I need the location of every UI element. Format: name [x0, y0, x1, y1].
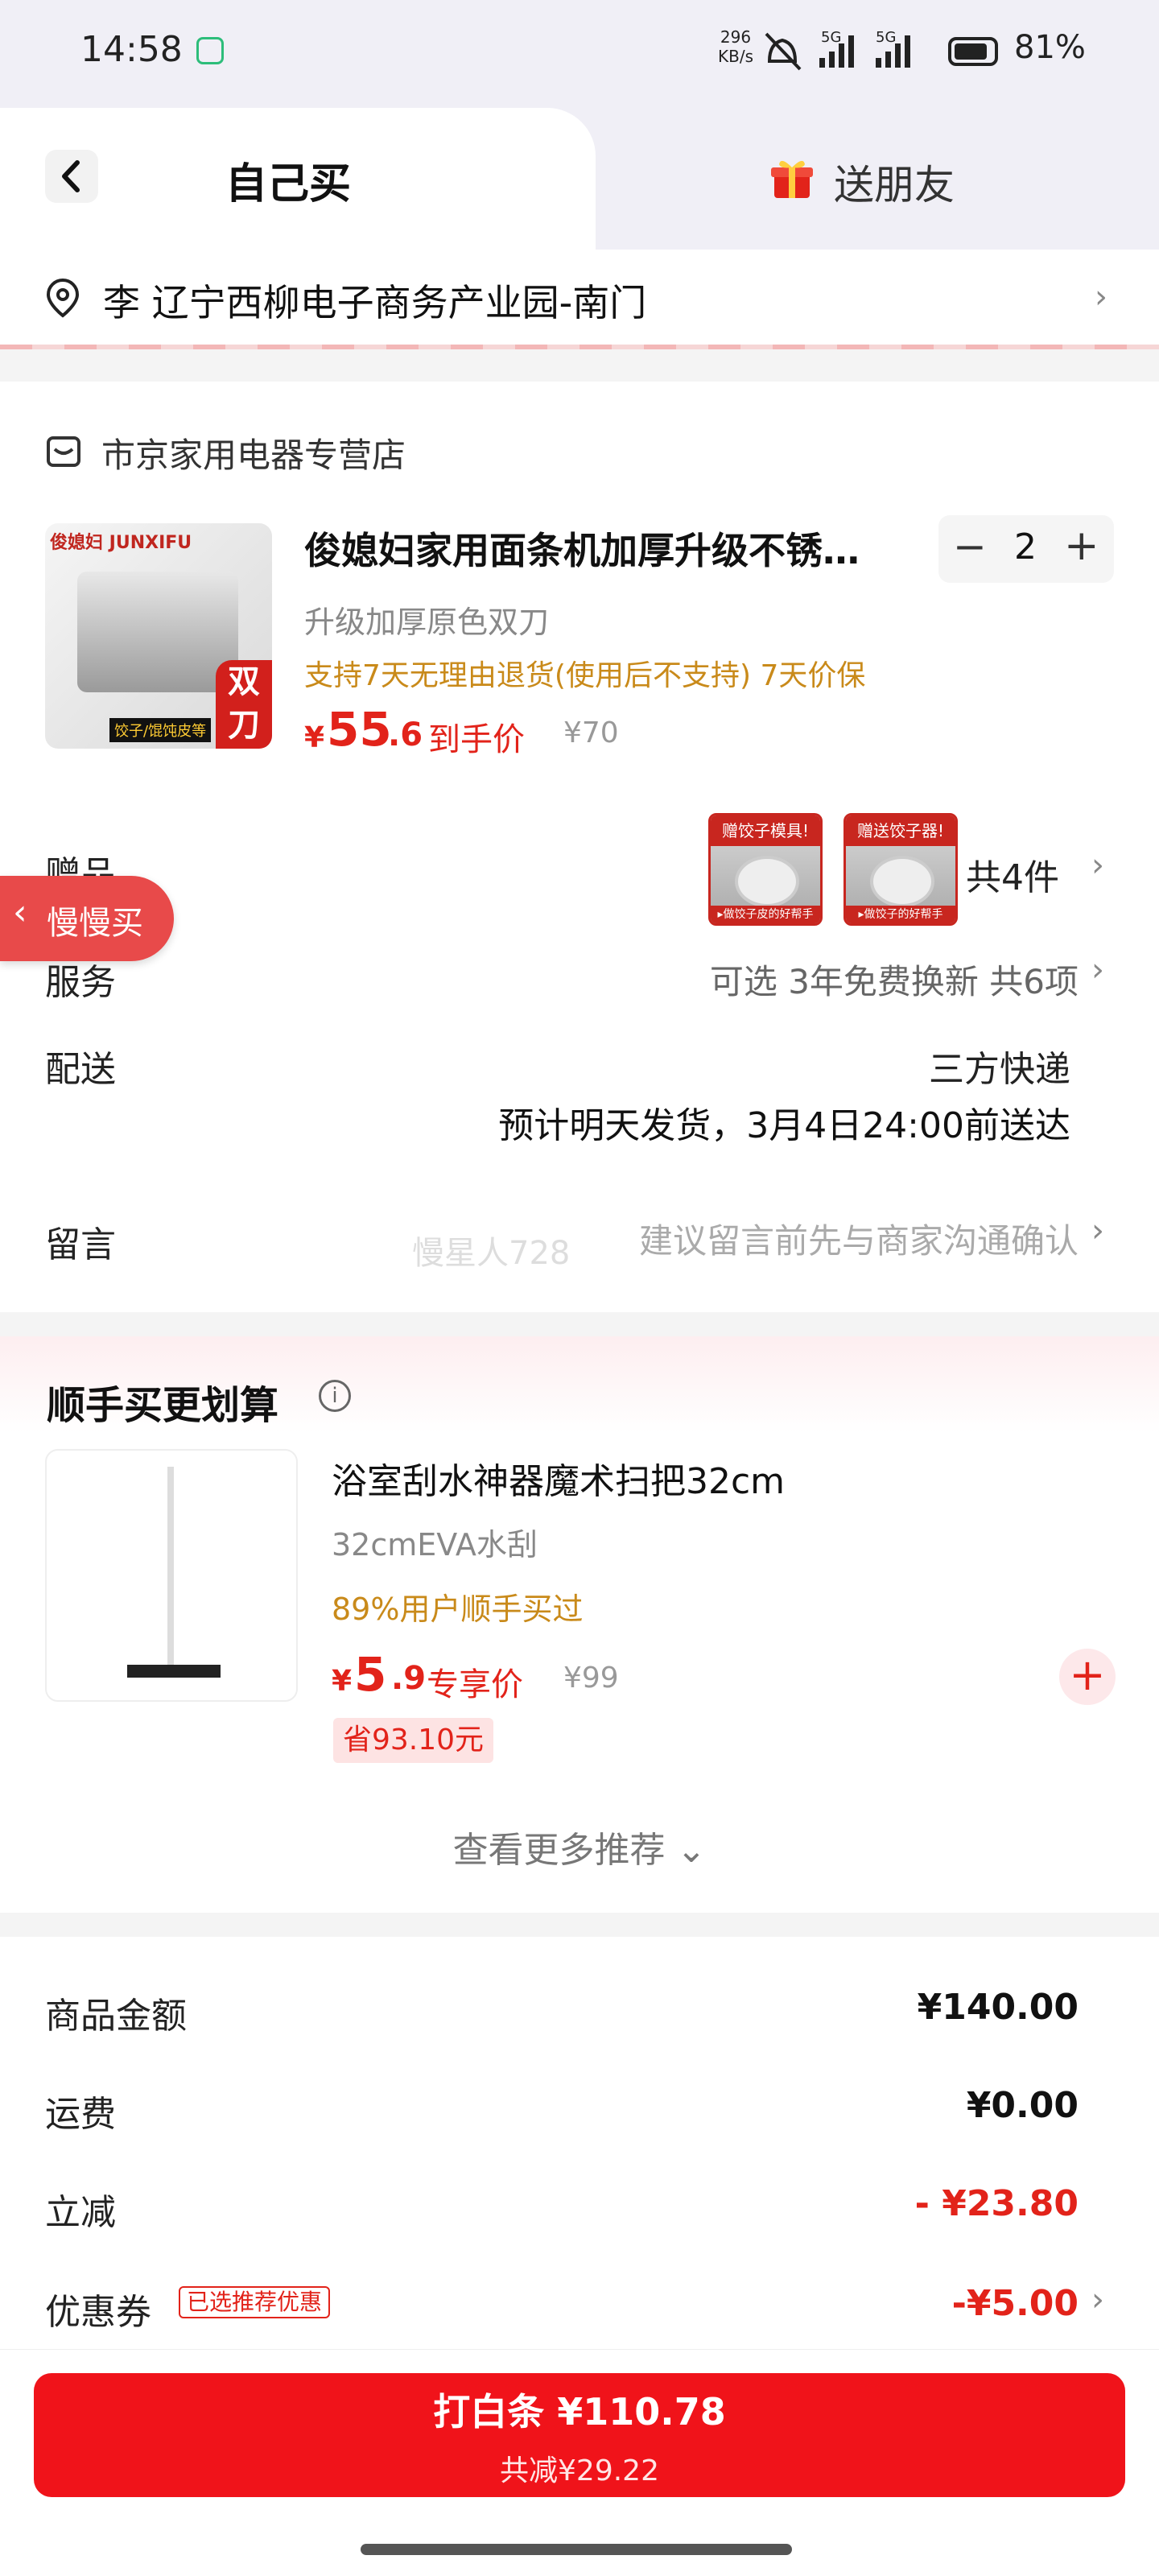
home-indicator[interactable]: [361, 2544, 792, 2555]
price-currency: ¥: [304, 721, 325, 754]
section-divider: [0, 349, 1159, 382]
network-speed: 296 KB/s: [718, 27, 753, 66]
recommend-title: 顺手买更划算: [47, 1383, 279, 1428]
recommend-price-integer: 5: [354, 1647, 387, 1702]
recommend-item-image[interactable]: [45, 1449, 298, 1702]
pay-button-label[interactable]: 打白条 ¥110.78: [0, 2383, 1159, 2436]
gifts-count[interactable]: 共4件: [966, 848, 1059, 900]
store-name[interactable]: 市京家用电器专营店: [101, 428, 406, 477]
recommend-save-badge: 省93.10元: [333, 1718, 494, 1763]
dumpling-maker-graphic: [870, 856, 934, 907]
gift-thumb-2-title: 赠送饺子器!: [846, 815, 955, 846]
squeegee-pole-graphic: [167, 1467, 174, 1668]
network-speed-value: 296: [720, 27, 752, 47]
delivery-label: 配送: [45, 1049, 116, 1090]
recommend-price-tag: 专享价: [427, 1666, 523, 1703]
recommend-item-spec: 32cmEVA水刮: [332, 1527, 538, 1563]
gift-thumb-2[interactable]: 赠送饺子器! ▸做饺子的好帮手: [843, 813, 958, 926]
service-value[interactable]: 可选 3年免费换新 共6项: [580, 955, 1079, 1004]
network-speed-unit: KB/s: [718, 47, 753, 66]
service-label: 服务: [45, 962, 116, 1003]
coupon-label: 优惠券: [45, 2292, 151, 2333]
recommend-price-original: ¥99: [563, 1662, 619, 1695]
network-5g-1: 5G: [821, 29, 841, 46]
location-pin-icon: [46, 278, 80, 318]
network-5g-2: 5G: [876, 29, 896, 46]
product-image-tagline: 饺子/馄饨皮等: [109, 718, 212, 742]
slow-buy-button[interactable]: ‹ 慢慢买: [0, 876, 174, 961]
gift-icon[interactable]: [769, 156, 815, 201]
product-image-badge: 双刀: [216, 660, 272, 749]
shipping-label: 运费: [45, 2094, 116, 2135]
delivery-method: 三方快递: [929, 1049, 1070, 1090]
delivery-eta: 预计明天发货，3月4日24:00前送达: [498, 1105, 1070, 1146]
gift-thumb-1[interactable]: 赠饺子模具! ▸做饺子皮的好帮手: [708, 813, 823, 926]
product-title[interactable]: 俊媳妇家用面条机加厚升级不锈…: [304, 522, 900, 575]
recommend-item-buyers: 89%用户顺手买过: [332, 1591, 584, 1627]
product-image-brand: 俊媳妇 JUNXIFU: [50, 533, 192, 553]
more-recommendations-link[interactable]: 查看更多推荐 ⌄: [0, 1821, 1159, 1872]
recommend-item-name[interactable]: 浴室刮水神器魔术扫把32cm: [332, 1452, 785, 1504]
back-button[interactable]: [45, 150, 98, 203]
discount-value: - ¥23.80: [914, 2183, 1079, 2224]
chevron-right-icon: ›: [1091, 2281, 1104, 2318]
pay-button-savings[interactable]: 共减¥29.22: [0, 2447, 1159, 2489]
store-icon: [47, 436, 80, 467]
quantity-plus-button[interactable]: +: [1064, 522, 1099, 570]
pasta-machine-graphic: [77, 572, 238, 692]
price-original: ¥70: [563, 716, 619, 749]
quantity-stepper: − 2 +: [938, 515, 1114, 583]
quantity-value[interactable]: 2: [1014, 526, 1037, 568]
goods-amount-value: ¥140.00: [917, 1987, 1079, 2028]
status-icons: 5G 5G: [765, 29, 998, 71]
coupon-value[interactable]: -¥5.00: [757, 2283, 1079, 2324]
address-text[interactable]: 李 辽宁西柳电子商务产业园-南门: [103, 274, 646, 327]
chevron-right-icon: ›: [1095, 279, 1107, 316]
price-tag: 到手价: [428, 721, 525, 758]
section-divider: [0, 1312, 1159, 1336]
chevron-right-icon: ›: [1091, 847, 1104, 884]
message-input[interactable]: 建议留言前先与商家沟通确认: [531, 1214, 1079, 1263]
product-promise: 支持7天无理由退货(使用后不支持) 7天价保: [304, 659, 866, 692]
shipping-value: ¥0.00: [966, 2085, 1079, 2126]
squeegee-head-graphic: [127, 1665, 221, 1678]
shield-icon: [196, 37, 224, 64]
tab-self-buy-label[interactable]: 自己买: [225, 150, 351, 210]
info-icon[interactable]: i: [319, 1380, 351, 1412]
discount-label: 立减: [45, 2192, 116, 2233]
chevron-right-icon: ›: [1091, 952, 1104, 989]
recommend-price-currency: ¥: [332, 1665, 353, 1698]
chevron-right-icon: ›: [1091, 1212, 1104, 1249]
chevron-left-icon: ‹: [13, 892, 27, 933]
coupon-tag: 已选推荐优惠: [179, 2286, 331, 2318]
section-divider: [0, 1913, 1159, 1937]
product-image[interactable]: 俊媳妇 JUNXIFU 饺子/馄饨皮等 双刀: [45, 523, 272, 749]
price-decimal: .6: [388, 716, 423, 753]
price-integer: 55: [327, 702, 392, 757]
gift-thumb-2-caption: ▸做饺子的好帮手: [846, 906, 955, 923]
gift-thumb-1-title: 赠饺子模具!: [711, 815, 820, 846]
gift-thumb-1-caption: ▸做饺子皮的好帮手: [711, 906, 820, 923]
status-time: 14:58: [80, 29, 183, 70]
slow-buy-label: 慢慢买: [47, 905, 143, 942]
product-spec[interactable]: 升级加厚原色双刀: [304, 597, 549, 642]
battery-percent: 81%: [1014, 29, 1086, 66]
chevron-left-icon: [62, 160, 80, 192]
quantity-minus-button[interactable]: −: [953, 523, 987, 570]
dumpling-mold-graphic: [735, 856, 799, 907]
battery-icon: [948, 37, 998, 66]
add-to-order-button[interactable]: +: [1059, 1649, 1116, 1705]
tab-send-friend[interactable]: 送朋友: [834, 153, 955, 211]
message-label: 留言: [45, 1224, 116, 1265]
mute-icon: [765, 32, 802, 71]
goods-amount-label: 商品金额: [45, 1996, 187, 2037]
recommend-price-decimal: .9: [391, 1660, 427, 1697]
